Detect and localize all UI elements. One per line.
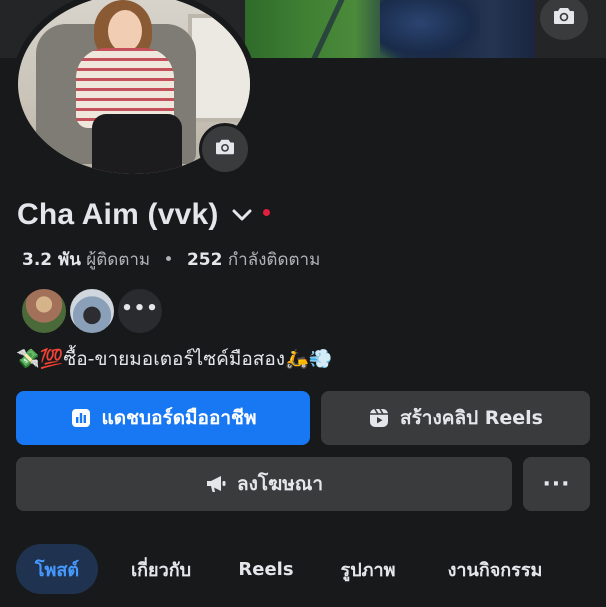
more-avatars[interactable]: ••• (116, 287, 164, 335)
tab-reels[interactable]: Reels (234, 544, 298, 594)
stats-separator: • (163, 250, 174, 270)
follow-stats: 3.2 พัน ผู้ติดตาม • 252 กำลังติดตาม (22, 246, 320, 273)
advertise-label: ลงโฆษณา (236, 473, 324, 495)
profile-name: Cha Aim (vvk) (17, 198, 219, 231)
followers-count[interactable]: 3.2 พัน (22, 250, 81, 270)
following-count[interactable]: 252 (187, 250, 223, 270)
cover-camera-button[interactable] (540, 0, 588, 40)
reels-icon (368, 407, 390, 429)
following-label[interactable]: กำลังติดตาม (228, 250, 320, 270)
chevron-down-icon[interactable] (231, 204, 253, 226)
notification-dot (262, 208, 270, 216)
tab-events[interactable]: งานกิจกรรม (439, 544, 551, 594)
photo-window (188, 14, 250, 122)
photo-pants (92, 114, 182, 174)
advertise-button[interactable]: ลงโฆษณา (16, 457, 512, 511)
bar-chart-icon (70, 407, 92, 429)
profile-page: Cha Aim (vvk) 3.2 พัน ผู้ติดตาม • 252 กำ… (0, 0, 606, 607)
more-dots-icon: ••• (121, 297, 159, 319)
profile-tabs: โพสต์ เกี่ยวกับ Reels รูปภาพ งานกิจกรรม (16, 544, 596, 594)
tab-about[interactable]: เกี่ยวกับ (120, 544, 202, 594)
professional-dashboard-button[interactable]: แดชบอร์ดมืออาชีพ (16, 391, 310, 445)
more-options-button[interactable]: ··· (523, 457, 590, 511)
cover-photo[interactable] (245, 0, 535, 58)
profile-bio: 💸💯ซื้อ-ขายมอเตอร์ไซค์มือสอง🛵💨 (16, 348, 333, 370)
megaphone-icon (205, 473, 227, 495)
create-reels-label: สร้างคลิป Reels (399, 407, 543, 429)
camera-icon (553, 6, 575, 30)
create-reels-button[interactable]: สร้างคลิป Reels (321, 391, 590, 445)
followers-label[interactable]: ผู้ติดตาม (86, 250, 150, 270)
camera-icon (215, 138, 235, 160)
profile-name-row: Cha Aim (vvk) (17, 198, 270, 232)
dashboard-label: แดชบอร์ดมืออาชีพ (101, 407, 257, 429)
avatar-camera-button[interactable] (199, 123, 251, 175)
more-dots-icon: ··· (542, 471, 571, 497)
mutual-avatars[interactable]: ••• (20, 287, 170, 335)
photo-face (108, 10, 142, 52)
avatar[interactable] (20, 287, 68, 335)
tab-photos[interactable]: รูปภาพ (332, 544, 404, 594)
avatar[interactable] (68, 287, 116, 335)
tab-posts[interactable]: โพสต์ (16, 544, 98, 594)
